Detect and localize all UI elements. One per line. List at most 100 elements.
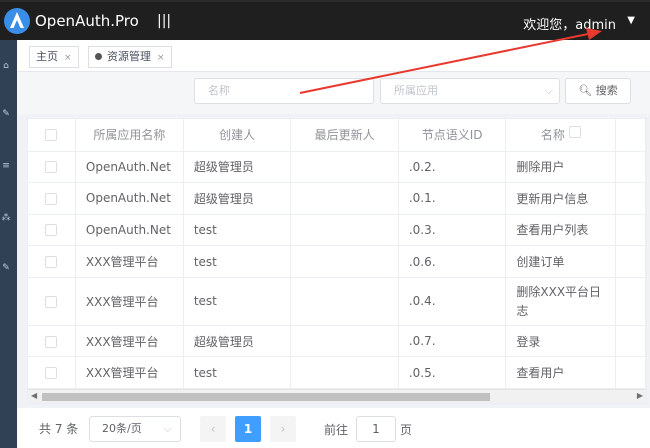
cell-creator: test xyxy=(183,214,292,247)
menu-toggle-icon[interactable]: ||| xyxy=(157,13,171,29)
cell-updater xyxy=(290,325,399,358)
edit-icon[interactable]: ✎ xyxy=(1,108,11,120)
cell-node-id: .0.6. xyxy=(398,245,507,278)
search-button-label: 搜索 xyxy=(595,84,618,97)
table-row[interactable]: OpenAuth.Net test .0.3. 查看用户列表 xyxy=(28,214,646,247)
cell-node-id: .0.7. xyxy=(398,325,507,358)
table-row[interactable]: XXX管理平台 test .0.5. 查看用户 xyxy=(28,356,646,390)
cell-creator: 超级管理员 xyxy=(183,325,292,358)
table-row[interactable]: OpenAuth.Net 超级管理员 .0.2. 删除用户 xyxy=(28,151,646,184)
cell-overflow xyxy=(615,182,646,215)
cell-updater xyxy=(290,245,399,278)
column-filter-checkbox[interactable] xyxy=(568,125,581,138)
row-checkbox[interactable] xyxy=(45,256,58,269)
select-all-cell xyxy=(28,119,76,152)
cell-name: 删除XXX平台日志 xyxy=(505,277,617,326)
column-header-name[interactable]: 名称 xyxy=(505,119,617,152)
app-select[interactable]: 所属应用 ⌵ xyxy=(380,78,560,104)
main-content: 名称 所属应用 ⌵ 🔍︎ 搜索 所属应用名称 创建人 最后更新人 节点语义ID … xyxy=(17,72,650,448)
row-checkbox[interactable] xyxy=(45,161,58,174)
cell-app: XXX管理平台 xyxy=(75,277,184,326)
page-1-button[interactable]: 1 xyxy=(235,416,261,442)
user-welcome[interactable]: 欢迎您，admin xyxy=(523,14,616,33)
edit-icon[interactable]: ✎ xyxy=(1,262,11,274)
cell-app: XXX管理平台 xyxy=(75,356,184,390)
row-select-cell xyxy=(28,325,76,358)
list-icon[interactable]: ≡ xyxy=(1,160,11,172)
close-icon[interactable]: × xyxy=(157,53,165,63)
row-checkbox[interactable] xyxy=(45,295,58,308)
tab-label: 主页 xyxy=(36,50,58,63)
prev-page-button[interactable]: ‹ xyxy=(200,416,226,442)
table-row[interactable]: XXX管理平台 test .0.4. 删除XXX平台日志 xyxy=(28,277,646,326)
row-checkbox[interactable] xyxy=(45,192,58,205)
horizontal-scrollbar[interactable]: ◀ ▶ xyxy=(28,389,646,403)
cell-name: 创建订单 xyxy=(505,245,617,278)
goto-label: 前往 xyxy=(324,423,349,437)
resource-table: 所属应用名称 创建人 最后更新人 节点语义ID 名称 OpenAuth.Net 超… xyxy=(27,118,647,404)
scroll-left-icon[interactable]: ◀ xyxy=(31,391,37,400)
column-header-creator[interactable]: 创建人 xyxy=(183,119,292,152)
chevron-down-icon: ⌵ xyxy=(544,84,553,97)
home-icon[interactable]: ⌂ xyxy=(1,60,11,72)
row-select-cell xyxy=(28,356,76,390)
chevron-down-icon: ⌵ xyxy=(163,422,172,435)
next-page-button[interactable]: › xyxy=(270,416,296,442)
row-checkbox[interactable] xyxy=(45,367,58,380)
caret-down-icon[interactable]: ▼ xyxy=(627,15,635,26)
row-checkbox[interactable] xyxy=(45,335,58,348)
search-icon: 🔍︎ xyxy=(578,84,593,97)
tab-home[interactable]: 主页 × xyxy=(29,46,79,68)
row-checkbox[interactable] xyxy=(45,224,58,237)
cell-app: XXX管理平台 xyxy=(75,325,184,358)
column-header-name-label: 名称 xyxy=(540,128,565,143)
sidebar: ⌂ ✎ ≡ ⁂ ✎ xyxy=(0,40,17,448)
cell-name: 删除用户 xyxy=(505,151,617,184)
org-icon[interactable]: ⁂ xyxy=(1,212,11,224)
table-row[interactable]: OpenAuth.Net 超级管理员 .0.1. 更新用户信息 xyxy=(28,182,646,215)
row-select-cell xyxy=(28,277,76,326)
filter-bar: 名称 所属应用 ⌵ 🔍︎ 搜索 xyxy=(17,72,650,114)
cell-name: 查看用户列表 xyxy=(505,214,617,247)
resource-grid: 所属应用名称 创建人 最后更新人 节点语义ID 名称 OpenAuth.Net 超… xyxy=(28,119,646,390)
cell-creator: test xyxy=(183,245,292,278)
table-row[interactable]: XXX管理平台 超级管理员 .0.7. 登录 xyxy=(28,325,646,358)
cell-node-id: .0.5. xyxy=(398,356,507,390)
cell-node-id: .0.3. xyxy=(398,214,507,247)
column-header-node-id[interactable]: 节点语义ID xyxy=(398,119,507,152)
cell-creator: test xyxy=(183,356,292,390)
total-count: 共 7 条 xyxy=(39,422,79,436)
column-header-updater[interactable]: 最后更新人 xyxy=(290,119,399,152)
tab-resource-management[interactable]: 资源管理 × xyxy=(88,46,172,68)
table-header-row: 所属应用名称 创建人 最后更新人 节点语义ID 名称 xyxy=(28,119,646,152)
row-select-cell xyxy=(28,182,76,215)
cell-name: 查看用户 xyxy=(505,356,617,390)
cell-creator: 超级管理员 xyxy=(183,151,292,184)
cell-updater xyxy=(290,182,399,215)
table-row[interactable]: XXX管理平台 test .0.6. 创建订单 xyxy=(28,245,646,278)
page-size-select[interactable]: 20条/页 ⌵ xyxy=(89,416,181,442)
app-select-placeholder: 所属应用 xyxy=(394,84,438,97)
page-size-value: 20条/页 xyxy=(102,422,142,435)
cell-overflow xyxy=(615,245,646,278)
cell-overflow xyxy=(615,277,646,326)
table-body: OpenAuth.Net 超级管理员 .0.2. 删除用户 OpenAuth.Net 超级… xyxy=(28,151,646,390)
cell-creator: test xyxy=(183,277,292,326)
goto-page-input[interactable]: 1 xyxy=(356,416,396,442)
scrollbar-thumb[interactable] xyxy=(42,393,490,401)
close-icon[interactable]: × xyxy=(64,53,72,63)
row-select-cell xyxy=(28,151,76,184)
logo-icon xyxy=(4,8,30,34)
scroll-right-icon[interactable]: ▶ xyxy=(637,391,643,400)
cell-updater xyxy=(290,277,399,326)
goto-suffix: 页 xyxy=(400,423,413,437)
cell-app: OpenAuth.Net xyxy=(75,182,184,215)
cell-name: 登录 xyxy=(505,325,617,358)
cell-node-id: .0.1. xyxy=(398,182,507,215)
column-header-app[interactable]: 所属应用名称 xyxy=(75,119,184,152)
cell-overflow xyxy=(615,325,646,358)
name-search-input[interactable]: 名称 xyxy=(194,78,374,104)
search-button[interactable]: 🔍︎ 搜索 xyxy=(565,78,631,104)
column-header-overflow xyxy=(615,119,646,152)
select-all-checkbox[interactable] xyxy=(45,129,58,142)
